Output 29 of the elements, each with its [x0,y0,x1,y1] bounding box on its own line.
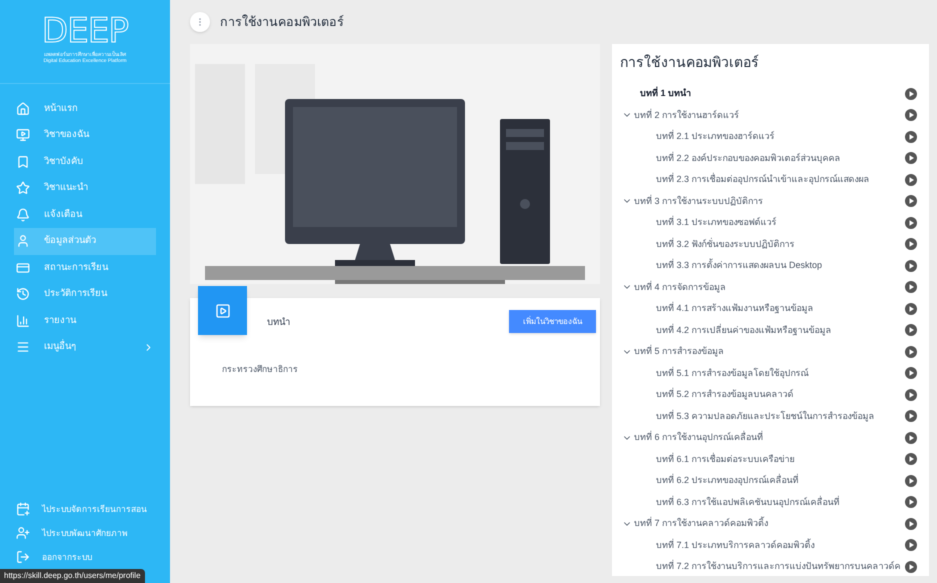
lesson-item[interactable]: บทที่ 5.2 การสำรองข้อมูลบนคลาวด์ [656,388,794,402]
lesson-item[interactable]: บทที่ 1 บทนำ [634,87,692,100]
lesson-item[interactable]: บทที่ 6.1 การเชื่อมต่อระบบเครือข่าย [656,452,795,466]
outline-title: การใช้งานคอมพิวเตอร์ [620,53,760,72]
page-title: การใช้งานคอมพิวเตอร์ [220,14,344,31]
lesson-item[interactable]: บทที่ 6.2 ประเภทของอุปกรณ์เคลื่อนที่ [656,474,799,488]
lesson-item[interactable]: บทที่ 2.2 องค์ประกอบของคอมพิวเตอร์ส่วนบุคคล [656,152,841,165]
lesson-item[interactable]: บทที่ 3.2 ฟังก์ชั่นของระบบปฏิบัติการ [656,238,795,251]
lesson-item[interactable]: บทที่ 3.1 ประเภทของซอฟต์แวร์ [656,216,777,230]
lesson-item[interactable]: บทที่ 2.3 การเชื่อมต่ออุปกรณ์นำเข้าและอุปกรณ์แสดงผล [656,173,870,186]
lesson-item[interactable]: บทที่ 3.3 การตั้งค่าการแสดงผลบน Desktop [656,259,822,272]
lesson-item[interactable]: บทที่ 5 การสำรองข้อมูล [634,345,724,358]
lesson-item[interactable]: บทที่ 5.1 การสำรองข้อมูลโดยใช้อุปกรณ์ [656,366,809,380]
url-tooltip: https://skill.deep.go.th/users/me/profile [0,569,145,583]
lesson-item[interactable]: บทที่ 4.1 การสร้างแฟ้มงานหรือฐานข้อมูล [656,302,814,316]
lesson-item[interactable]: บทที่ 7.1 ประเภทบริการคลาวด์คอมพิวติ้ง [656,538,815,552]
lesson-item[interactable]: บทที่ 6.3 การใช้แอปพลิเคชันบนอุปกรณ์เคลื่อนที่ [656,496,840,509]
lesson-item[interactable]: บทที่ 4.2 การเปลี่ยนค่าของแฟ้มหรือฐานข้อมูล [656,324,832,337]
lesson-item[interactable]: บทที่ 3 การใช้งานระบบปฏิบัติการ [634,194,764,208]
lesson-item[interactable]: บทที่ 5.3 ความปลอดภัยและประโยชน์ในการสำรองข้อมูล [656,410,875,423]
publisher-text: กระทรวงศึกษาธิการ [222,363,299,376]
lesson-title: บทนำ [267,316,290,330]
lesson-item[interactable]: บทที่ 2.1 ประเภทของฮาร์ดแวร์ [656,130,775,144]
lesson-item[interactable]: บทที่ 7 การใช้งานคลาวด์คอมพิวติ้ง [634,517,768,530]
lesson-item[interactable]: บทที่ 6 การใช้งานอุปกรณ์เคลื่อนที่ [634,431,764,444]
lesson-item[interactable]: บทที่ 4 การจัดการข้อมูล [634,280,726,294]
lesson-item[interactable]: บทที่ 2 การใช้งานฮาร์ดแวร์ [634,108,740,122]
lesson-item[interactable]: บทที่ 7.2 การใช้งานบริการและการแบ่งปันทรัพยากรบนคลาวด์ค [656,560,901,574]
logo: DEEP [42,14,128,48]
